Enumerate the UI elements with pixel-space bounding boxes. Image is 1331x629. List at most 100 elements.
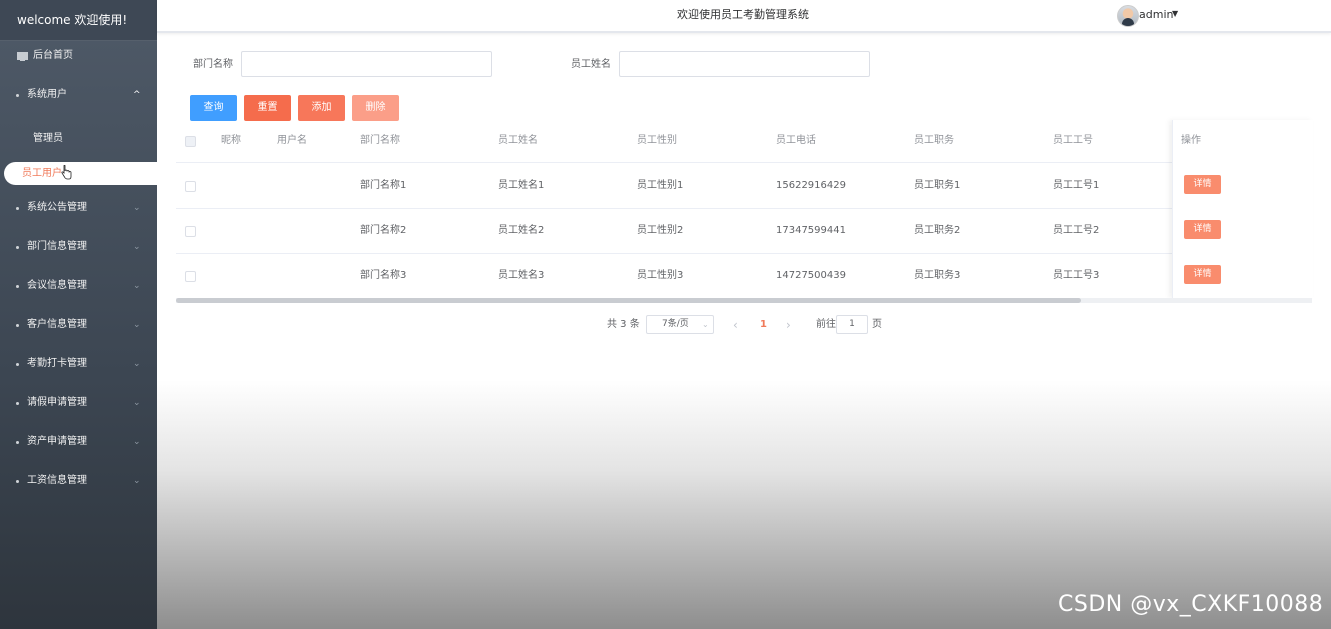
goto-page-input[interactable]: 1 xyxy=(836,315,868,334)
table-row: 部门名称1 员工姓名1 员工性别1 15622916429 员工职务1 员工工号… xyxy=(176,163,1312,209)
number-cell: 员工工号2 xyxy=(1053,225,1100,236)
select-all-checkbox[interactable] xyxy=(185,136,196,147)
add-button[interactable]: 添加 xyxy=(298,95,345,121)
chevron-down-icon: ⌄ xyxy=(133,320,141,330)
delete-button[interactable]: 删除 xyxy=(352,95,399,121)
position-cell: 员工职务2 xyxy=(914,225,961,236)
column-header: 员工性别 xyxy=(637,135,677,146)
sidebar-item-attendance[interactable]: 考勤打卡管理 ⌄ xyxy=(0,352,157,376)
caret-down-icon[interactable]: ▼ xyxy=(1172,0,1178,28)
sidebar-item-label: 后台首页 xyxy=(33,50,73,61)
query-button[interactable]: 查询 xyxy=(190,95,237,121)
sidebar-item-notice[interactable]: 系统公告管理 ⌄ xyxy=(0,196,157,220)
sidebar-item-label: 系统公告管理 xyxy=(27,202,87,213)
sidebar-item-asset[interactable]: 资产申请管理 ⌄ xyxy=(0,430,157,454)
dept-cell: 部门名称3 xyxy=(360,270,407,281)
detail-button[interactable]: 详情 xyxy=(1184,175,1221,194)
sidebar-item-label: 工资信息管理 xyxy=(27,475,87,486)
employee-name-input[interactable] xyxy=(619,51,870,77)
table-row: 部门名称2 员工姓名2 员工性别2 17347599441 员工职务2 员工工号… xyxy=(176,208,1312,254)
chevron-down-icon: ⌄ xyxy=(133,476,141,486)
sidebar-item-label: 资产申请管理 xyxy=(27,436,87,447)
bullet-icon xyxy=(16,246,19,249)
detail-button[interactable]: 详情 xyxy=(1184,220,1221,239)
table-row: 部门名称3 员工姓名3 员工性别3 14727500439 员工职务3 员工工号… xyxy=(176,253,1312,299)
gender-cell: 员工性别1 xyxy=(637,180,684,191)
bullet-icon xyxy=(16,207,19,210)
column-header: 操作 xyxy=(1181,135,1201,146)
reset-button[interactable]: 重置 xyxy=(244,95,291,121)
chevron-up-icon: ^ xyxy=(133,90,141,100)
sidebar-item-label: 系统用户 xyxy=(27,89,67,100)
sidebar-welcome: welcome 欢迎使用! xyxy=(0,0,157,41)
row-checkbox[interactable] xyxy=(185,226,196,237)
avatar[interactable] xyxy=(1117,5,1139,27)
column-header: 员工职务 xyxy=(914,135,954,146)
dept-name-label: 部门名称 xyxy=(193,59,233,70)
position-cell: 员工职务1 xyxy=(914,180,961,191)
watermark: CSDN @vx_CXKF10088 xyxy=(1058,592,1324,617)
gender-cell: 员工性别3 xyxy=(637,270,684,281)
sidebar-item-system-users[interactable]: 系统用户 ^ xyxy=(0,83,157,107)
data-table: 昵称 用户名 部门名称 员工姓名 员工性别 员工电话 员工职务 员工工号 部门名… xyxy=(176,120,1313,303)
sidebar: welcome 欢迎使用! 后台首页 系统用户 ^ 管理员 员工用户 系统公告管… xyxy=(0,0,157,629)
phone-cell: 15622916429 xyxy=(776,180,846,191)
chevron-down-icon: ⌄ xyxy=(133,203,141,213)
bullet-icon xyxy=(16,480,19,483)
sidebar-item-meeting[interactable]: 会议信息管理 ⌄ xyxy=(0,274,157,298)
top-header: 欢迎使用员工考勤管理系统 admin ▼ xyxy=(157,0,1331,33)
bullet-icon xyxy=(16,285,19,288)
sidebar-item-label: 管理员 xyxy=(33,133,63,144)
user-menu[interactable]: admin xyxy=(1139,0,1173,30)
sidebar-item-customer[interactable]: 客户信息管理 ⌄ xyxy=(0,313,157,337)
horizontal-scrollbar[interactable] xyxy=(176,298,1312,303)
chevron-down-icon: ⌄ xyxy=(133,437,141,447)
name-cell: 员工姓名1 xyxy=(498,180,545,191)
column-header: 部门名称 xyxy=(360,135,400,146)
chevron-down-icon: ⌄ xyxy=(133,398,141,408)
name-cell: 员工姓名2 xyxy=(498,225,545,236)
bullet-icon xyxy=(16,441,19,444)
bullet-icon xyxy=(16,94,19,97)
chevron-down-icon: ⌄ xyxy=(702,320,709,329)
number-cell: 员工工号1 xyxy=(1053,180,1100,191)
operation-column: 操作 详情 详情 详情 xyxy=(1172,120,1313,298)
sidebar-subitem-admin[interactable]: 管理员 xyxy=(0,127,157,151)
phone-cell: 17347599441 xyxy=(776,225,846,236)
sidebar-item-label: 考勤打卡管理 xyxy=(27,358,87,369)
column-header: 昵称 xyxy=(221,135,241,146)
page-number-current[interactable]: 1 xyxy=(760,315,767,335)
scrollbar-thumb[interactable] xyxy=(176,298,1081,303)
phone-cell: 14727500439 xyxy=(776,270,846,281)
row-checkbox[interactable] xyxy=(185,271,196,282)
chevron-down-icon: ⌄ xyxy=(133,359,141,369)
prev-page-button[interactable]: ‹ xyxy=(733,315,738,335)
page-title: 欢迎使用员工考勤管理系统 xyxy=(677,8,809,21)
table-header: 昵称 用户名 部门名称 员工姓名 员工性别 员工电话 员工职务 员工工号 xyxy=(176,120,1312,163)
number-cell: 员工工号3 xyxy=(1053,270,1100,281)
gender-cell: 员工性别2 xyxy=(637,225,684,236)
chevron-down-icon: ⌄ xyxy=(133,242,141,252)
sidebar-item-label: 部门信息管理 xyxy=(27,241,87,252)
dept-cell: 部门名称2 xyxy=(360,225,407,236)
position-cell: 员工职务3 xyxy=(914,270,961,281)
dept-name-input[interactable] xyxy=(241,51,492,77)
page-size-value: 7条/页 xyxy=(662,319,689,329)
sidebar-item-home[interactable]: 后台首页 xyxy=(0,44,157,68)
sidebar-item-department[interactable]: 部门信息管理 ⌄ xyxy=(0,235,157,259)
column-header: 用户名 xyxy=(277,135,307,146)
monitor-icon xyxy=(17,52,28,61)
sidebar-subitem-employee-users[interactable]: 员工用户 xyxy=(4,162,157,185)
bullet-icon xyxy=(16,402,19,405)
sidebar-item-salary[interactable]: 工资信息管理 ⌄ xyxy=(0,469,157,493)
hand-cursor-icon xyxy=(61,165,72,180)
next-page-button[interactable]: › xyxy=(786,315,791,335)
sidebar-item-leave[interactable]: 请假申请管理 ⌄ xyxy=(0,391,157,415)
row-checkbox[interactable] xyxy=(185,181,196,192)
column-header: 员工电话 xyxy=(776,135,816,146)
page-size-select[interactable]: 7条/页 ⌄ xyxy=(646,315,714,334)
name-cell: 员工姓名3 xyxy=(498,270,545,281)
column-header: 员工工号 xyxy=(1053,135,1093,146)
detail-button[interactable]: 详情 xyxy=(1184,265,1221,284)
pagination-total: 共 3 条 xyxy=(607,319,640,330)
